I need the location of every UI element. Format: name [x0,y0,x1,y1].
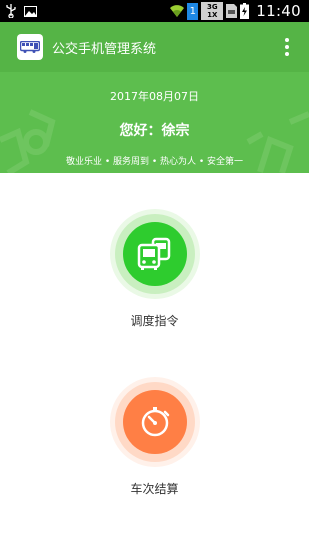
usb-icon [6,4,16,18]
battery-charging-icon [240,3,250,19]
sim-icon: 1 [187,2,199,20]
app-title: 公交手机管理系统 [52,42,157,57]
settlement-action[interactable]: 车次结算 [0,377,309,497]
more-vertical-icon[interactable] [279,34,295,60]
dispatch-button[interactable] [110,209,200,299]
bus-icon [17,34,43,60]
settlement-label[interactable]: 车次结算 [0,480,309,497]
network-icon: 3G 1X [201,2,224,20]
network-bottom-label: 1X [207,11,218,19]
clock-icon [123,390,187,454]
wifi-icon [170,5,185,17]
user-greeting: 您好：徐宗 [119,123,190,139]
network-top-label: 3G [206,3,218,11]
current-date: 2017年08月07日 [110,90,199,103]
image-icon [24,5,37,17]
service-motto: 敬业乐业 • 服务周到 • 热心为人 • 安全第一 [65,157,244,167]
bus-dispatch-icon [123,222,187,286]
dispatch-action[interactable]: 调度指令 [0,209,309,329]
dispatch-label[interactable]: 调度指令 [0,312,309,329]
status-time: 11:40 [256,2,301,20]
toolbar: 公交手机管理系统 [0,22,309,72]
sd-card-icon [226,4,238,18]
settlement-button[interactable] [110,377,200,467]
sim-label: 1 [189,5,196,17]
status-bar: 1 3G 1X 11:40 [0,0,309,22]
header-banner: 公交手机管理系统 2017年08月07日 您好：徐宗 敬业乐业 • 服务周到 •… [0,22,309,173]
